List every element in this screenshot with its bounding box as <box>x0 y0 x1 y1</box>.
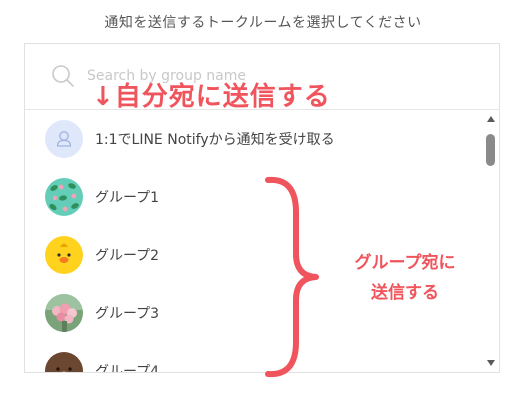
annotation-send-to-self: ↓自分宛に送信する <box>92 82 331 112</box>
list-item-notify-1on1[interactable]: 1:1でLINE Notifyから通知を受け取る <box>25 110 485 168</box>
person-icon <box>45 120 83 158</box>
search-icon <box>52 65 74 87</box>
scroll-up-arrow-icon[interactable] <box>487 116 495 122</box>
list-item-label: グループ4 <box>95 364 160 373</box>
list-item-label: グループ3 <box>95 306 160 322</box>
list-item-label: グループ2 <box>95 248 160 264</box>
group-avatar-bear <box>45 352 83 372</box>
page-heading: 通知を送信するトークルームを選択してください <box>104 15 422 31</box>
list-item-group-4[interactable]: グループ4 <box>25 342 485 373</box>
list-item-label: グループ1 <box>95 190 160 206</box>
annotation-send-to-group: グループ宛に 送信する <box>340 248 470 308</box>
group-avatar-flowers <box>45 294 83 332</box>
page: 通知を送信するトークルームを選択してください 1:1でLINE Notifyから… <box>0 0 526 411</box>
list-item-label: 1:1でLINE Notifyから通知を受け取る <box>95 132 335 148</box>
list-scrollbar[interactable] <box>483 110 499 372</box>
scroll-thumb[interactable] <box>486 134 495 166</box>
group-avatar-pattern <box>45 178 83 216</box>
list-item-group-1[interactable]: グループ1 <box>25 168 485 226</box>
curly-brace-icon <box>265 176 319 378</box>
scroll-down-arrow-icon[interactable] <box>487 360 495 366</box>
group-avatar-chick <box>45 236 83 274</box>
annotation-group-line-1: グループ宛に <box>354 253 456 273</box>
annotation-group-line-2: 送信する <box>371 283 439 303</box>
